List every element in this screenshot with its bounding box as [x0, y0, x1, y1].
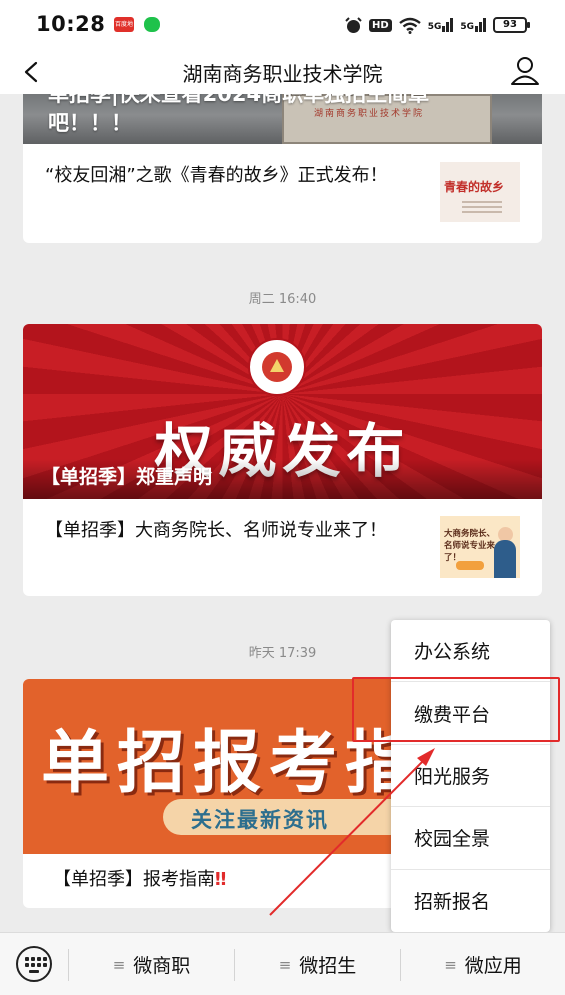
- chat-header: 湖南商务职业技术学院: [0, 50, 565, 94]
- thumbnail-tag: [456, 561, 484, 570]
- menu-item-payment-platform[interactable]: 缴费平台: [391, 682, 550, 745]
- wifi-icon: [398, 17, 421, 34]
- school-emblem-icon: [248, 338, 306, 396]
- article-title-wrap: 【单招季】报考指南‼: [53, 866, 226, 894]
- page-title: 湖南商务职业技术学院: [182, 62, 383, 86]
- article-title: 【单招季】大商务院长、名师说专业来了！: [45, 520, 387, 541]
- menu-item-campus-panorama[interactable]: 校园全景: [391, 807, 550, 870]
- menu-tab-label: 微应用: [464, 955, 522, 977]
- article-sub-item[interactable]: “校友回湘”之歌《青春的故乡》正式发布！ 青春的故乡: [23, 144, 542, 243]
- status-time: 10:28: [36, 12, 106, 36]
- article-cover-image[interactable]: 湖南商务职业技术学院 单招季|快来查看2024商职单独招生简章吧！！！: [23, 94, 542, 144]
- hd-icon: HD: [369, 18, 392, 32]
- thumbnail-lines: [462, 198, 502, 213]
- double-exclamation-icon: ‼: [215, 869, 227, 890]
- alarm-icon: [345, 16, 362, 33]
- article-card[interactable]: 权威发布 【单招季】郑重声明 【单招季】大商务院长、名师说专业来了！ 大商务院长…: [23, 324, 542, 596]
- menu-item-enrollment[interactable]: 招新报名: [391, 870, 550, 932]
- submenu-popup: 办公系统 缴费平台 阳光服务 校园全景 招新报名: [391, 620, 550, 932]
- menu-item-office-system[interactable]: 办公系统: [391, 620, 550, 683]
- keyboard-icon[interactable]: [16, 946, 52, 982]
- menu-lines-icon: ≡: [278, 955, 292, 974]
- article-card[interactable]: 湖南商务职业技术学院 单招季|快来查看2024商职单独招生简章吧！！！ “校友回…: [23, 94, 542, 243]
- article-title: “校友回湘”之歌《青春的故乡》正式发布！: [45, 165, 388, 186]
- article-cover-image[interactable]: 权威发布 【单招季】郑重声明: [23, 324, 542, 499]
- menu-tab-wei-shangzhi[interactable]: ≡ 微商职: [69, 933, 234, 995]
- signal-icon-1: 5G: [428, 18, 454, 32]
- profile-icon[interactable]: [509, 54, 541, 88]
- article-thumbnail: 青春的故乡: [440, 162, 520, 222]
- message-timestamp: 周二 16:40: [248, 292, 317, 307]
- menu-lines-icon: ≡: [444, 955, 457, 974]
- notification-chat-icon: [144, 17, 160, 32]
- network-label-2: 5G: [460, 22, 474, 32]
- article-sub-item[interactable]: 【单招季】大商务院长、名师说专业来了！ 大商务院长、名师说专业来了！: [23, 499, 542, 596]
- cover-banner-text: 关注最新资讯: [191, 808, 329, 832]
- status-icons: HD 5G 5G 93: [345, 15, 530, 35]
- menu-item-sunshine-service[interactable]: 阳光服务: [391, 745, 550, 808]
- thumbnail-text: 青春的故乡: [444, 180, 505, 194]
- article-cover-title: 单招季|快来查看2024商职单独招生简章吧！！！: [48, 94, 430, 135]
- thumbnail-text: 大商务院长、名师说专业来了！: [444, 529, 496, 563]
- article-title: 【单招季】报考指南: [53, 869, 215, 890]
- article-thumbnail: 大商务院长、名师说专业来了！: [440, 516, 520, 578]
- battery-icon: 93: [493, 17, 530, 33]
- network-label-1: 5G: [427, 22, 442, 32]
- menu-tab-label: 微招生: [299, 955, 357, 977]
- article-cover-title: 【单招季】郑重声明: [41, 466, 213, 488]
- menu-tab-label: 微商职: [133, 955, 191, 977]
- menu-tab-wei-yingyong[interactable]: ≡ 微应用: [401, 933, 565, 995]
- notification-app-icon: 百度地图: [114, 17, 134, 43]
- menu-tab-wei-zhaosheng[interactable]: ≡ 微招生: [235, 933, 400, 995]
- cover-headline: 单招报考指: [41, 724, 422, 803]
- status-bar: 10:28 百度地图 HD 5G 5G 93: [0, 0, 565, 50]
- signal-icon-2: 5G: [460, 18, 486, 32]
- thumbnail-person: [494, 540, 516, 578]
- menu-lines-icon: ≡: [112, 955, 126, 974]
- bottom-menu-bar: ≡ 微商职 ≡ 微招生 ≡ 微应用: [0, 932, 565, 995]
